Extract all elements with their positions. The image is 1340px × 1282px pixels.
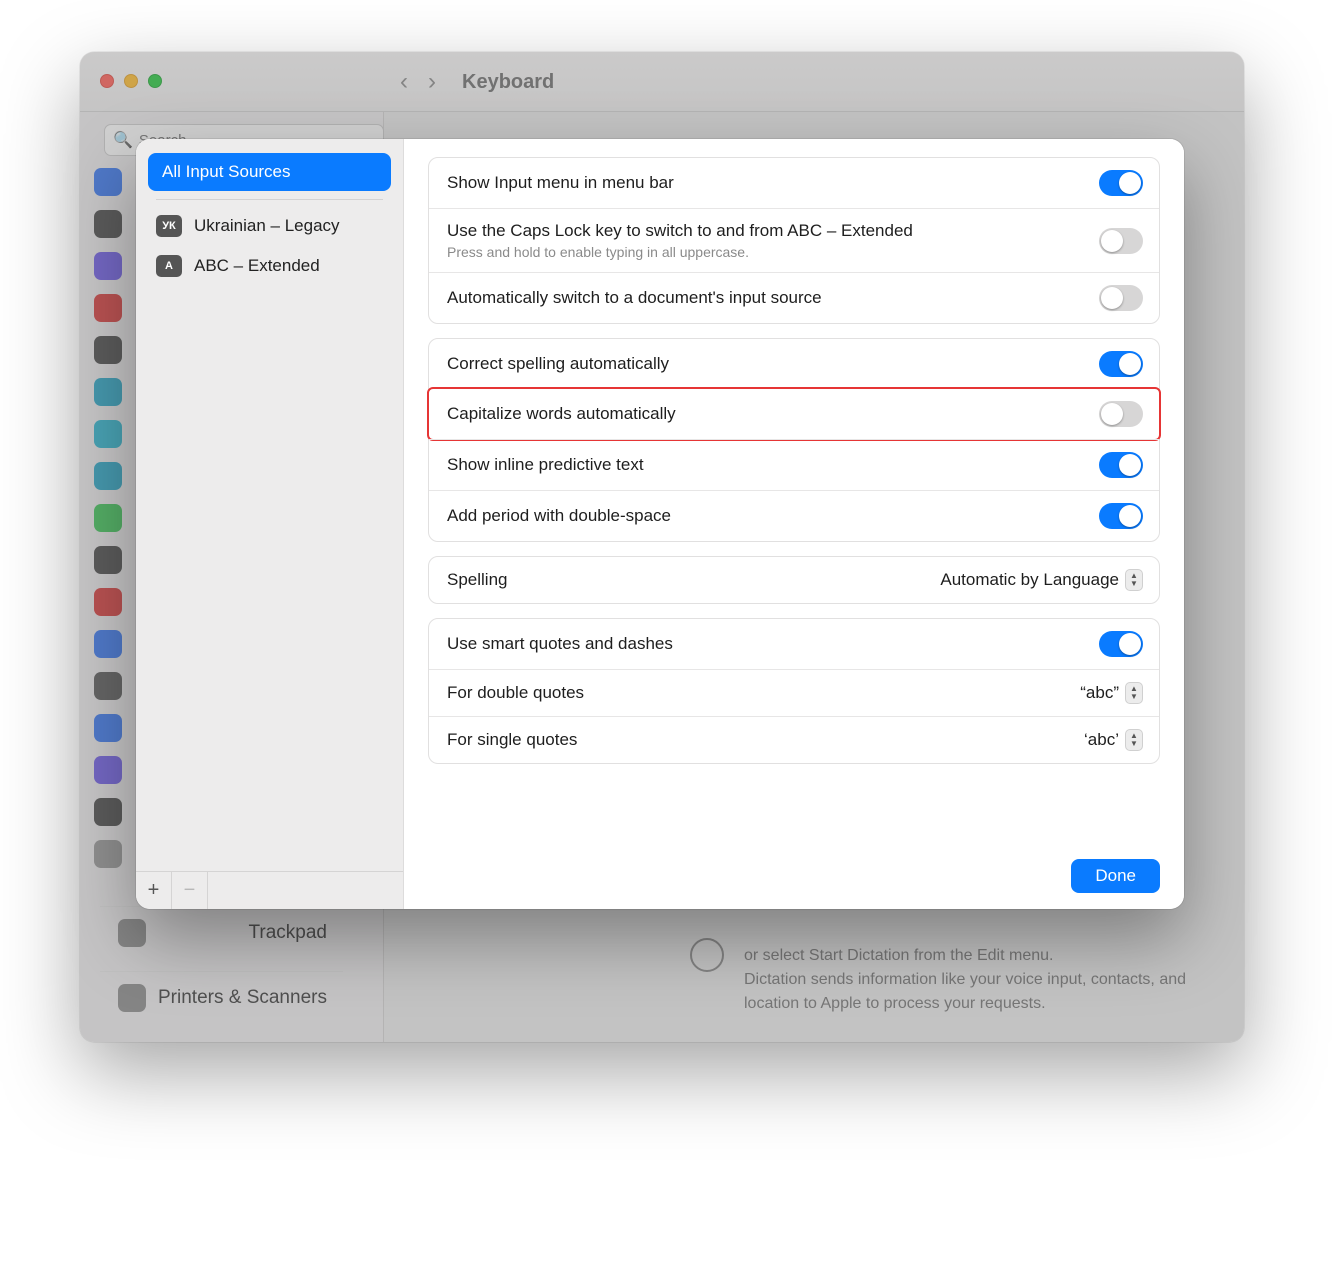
row-title: Capitalize words automatically <box>447 404 1083 424</box>
select-control[interactable]: ‘abc’ ▲▼ <box>1084 729 1143 751</box>
close-window-icon[interactable] <box>100 74 114 88</box>
zoom-window-icon[interactable] <box>148 74 162 88</box>
input-sources-sheet: All Input Sources УК Ukrainian – Legacy … <box>136 139 1184 909</box>
row-subtitle: Press and hold to enable typing in all u… <box>447 244 1083 260</box>
select-control[interactable]: Automatic by Language ▲▼ <box>940 569 1143 591</box>
sidebar-icons <box>94 168 124 868</box>
toggle-switch[interactable] <box>1099 170 1143 196</box>
sheet-footer: Done <box>428 849 1160 893</box>
select-value: “abc” <box>1080 683 1119 703</box>
row-title: Use the Caps Lock key to switch to and f… <box>447 221 1083 241</box>
sidebar-item-trackpad[interactable]: Trackpad <box>100 906 343 959</box>
minimize-window-icon[interactable] <box>124 74 138 88</box>
settings-row: Use smart quotes and dashes <box>429 619 1159 669</box>
toggle-switch[interactable] <box>1099 503 1143 529</box>
flag-icon: A <box>156 255 182 277</box>
toggle-switch[interactable] <box>1099 351 1143 377</box>
microphone-icon <box>690 938 724 972</box>
settings-row: Automatically switch to a document's inp… <box>429 272 1159 323</box>
traffic-lights <box>100 74 162 88</box>
row-title: Correct spelling automatically <box>447 354 1083 374</box>
settings-row: Add period with double-space <box>429 490 1159 541</box>
row-title: Add period with double-space <box>447 506 1083 526</box>
settings-row: Correct spelling automatically <box>429 339 1159 389</box>
search-icon: 🔍 <box>113 130 133 150</box>
row-title: Use smart quotes and dashes <box>447 634 1083 654</box>
input-source-label: ABC – Extended <box>194 256 320 276</box>
input-sources-sidebar: All Input Sources УК Ukrainian – Legacy … <box>136 139 404 909</box>
settings-row: Use the Caps Lock key to switch to and f… <box>429 208 1159 272</box>
row-title: Show Input menu in menu bar <box>447 173 1083 193</box>
dictation-info: or select Start Dictation from the Edit … <box>744 944 1214 1016</box>
sidebar-bottom: Trackpad Printers & Scanners <box>100 906 343 1024</box>
settings-row: Show inline predictive text <box>429 439 1159 490</box>
nav-forward-icon[interactable]: › <box>428 68 436 96</box>
nav-back-icon[interactable]: ‹ <box>400 68 408 96</box>
page-title: Keyboard <box>462 71 554 94</box>
window-titlebar: ‹ › Keyboard <box>80 52 1244 112</box>
settings-row: Spelling Automatic by Language ▲▼ <box>429 557 1159 603</box>
input-sources-settings: Show Input menu in menu bar Use the Caps … <box>404 139 1184 909</box>
toggle-switch[interactable] <box>1099 285 1143 311</box>
toggle-switch[interactable] <box>1099 631 1143 657</box>
settings-row: For single quotes ‘abc’ ▲▼ <box>429 716 1159 763</box>
select-control[interactable]: “abc” ▲▼ <box>1080 682 1143 704</box>
input-sources-header[interactable]: All Input Sources <box>148 153 391 191</box>
input-source-ukrainian[interactable]: УК Ukrainian – Legacy <box>136 206 403 246</box>
settings-group: Show Input menu in menu bar Use the Caps … <box>428 157 1160 324</box>
nav-controls: ‹ › Keyboard <box>400 68 554 96</box>
flag-icon: УК <box>156 215 182 237</box>
row-title: Spelling <box>447 570 924 590</box>
input-source-abc-extended[interactable]: A ABC – Extended <box>136 246 403 286</box>
done-button[interactable]: Done <box>1071 859 1160 893</box>
row-title: Show inline predictive text <box>447 455 1083 475</box>
row-title: Automatically switch to a document's inp… <box>447 288 1083 308</box>
settings-row: Capitalize words automatically <box>427 387 1161 441</box>
input-source-label: Ukrainian – Legacy <box>194 216 340 236</box>
settings-group: Use smart quotes and dashes For double qu… <box>428 618 1160 764</box>
chevron-updown-icon: ▲▼ <box>1125 682 1143 704</box>
settings-row: Show Input menu in menu bar <box>429 158 1159 208</box>
settings-group: Spelling Automatic by Language ▲▼ <box>428 556 1160 604</box>
row-title: For double quotes <box>447 683 1064 703</box>
settings-group: Correct spelling automatically Capitalize… <box>428 338 1160 542</box>
toggle-switch[interactable] <box>1099 228 1143 254</box>
settings-row: For double quotes “abc” ▲▼ <box>429 669 1159 716</box>
chevron-updown-icon: ▲▼ <box>1125 729 1143 751</box>
toggle-switch[interactable] <box>1099 401 1143 427</box>
toggle-switch[interactable] <box>1099 452 1143 478</box>
add-source-button[interactable]: + <box>136 872 172 910</box>
chevron-updown-icon: ▲▼ <box>1125 569 1143 591</box>
select-value: ‘abc’ <box>1084 730 1119 750</box>
remove-source-button[interactable]: − <box>172 872 208 910</box>
row-title: For single quotes <box>447 730 1068 750</box>
select-value: Automatic by Language <box>940 570 1119 590</box>
sidebar-item-printers[interactable]: Printers & Scanners <box>100 971 343 1024</box>
sources-footer: + − <box>136 871 403 909</box>
